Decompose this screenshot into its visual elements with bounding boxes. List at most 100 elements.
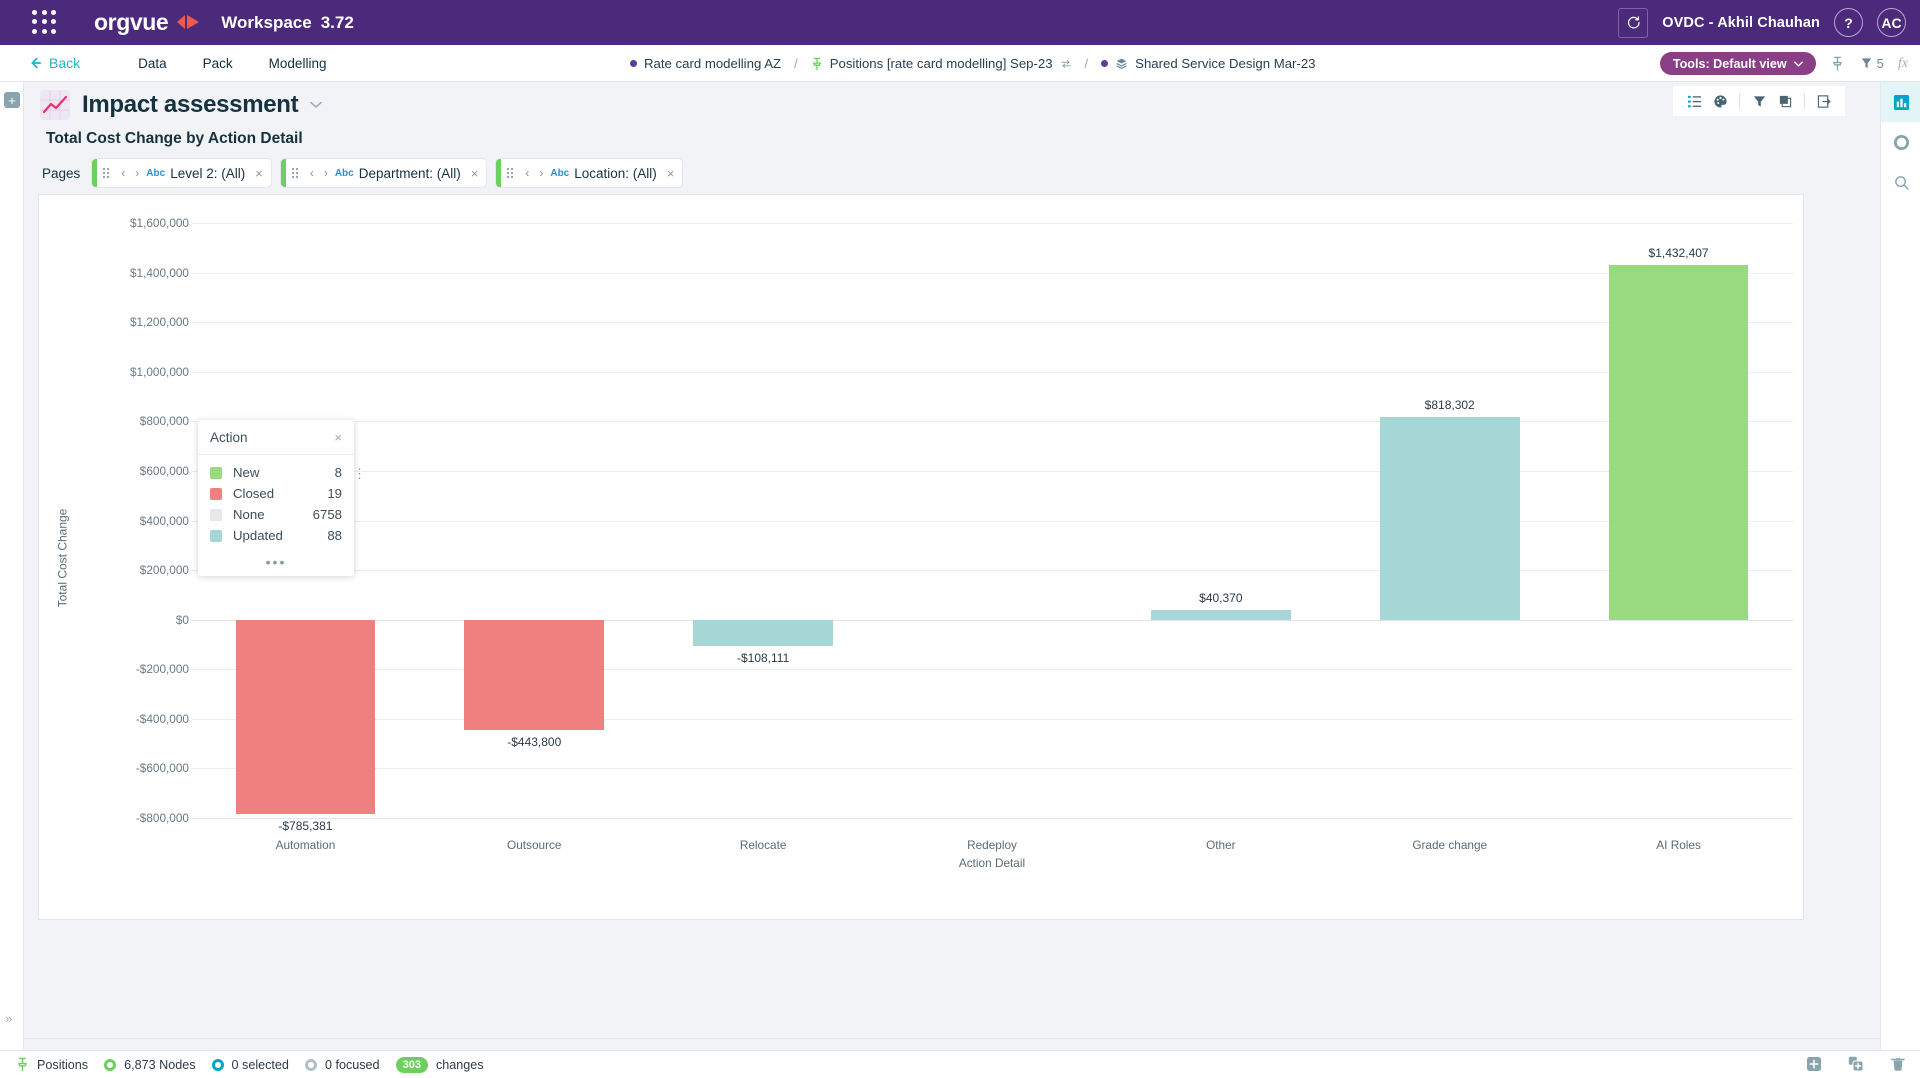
legend-swatch-icon	[210, 487, 222, 500]
drag-handle-icon[interactable]	[103, 168, 110, 178]
chart-colour-button[interactable]	[1707, 88, 1733, 114]
status-entity[interactable]: Positions	[16, 1057, 88, 1072]
y-axis-tick-label: -$200,000	[135, 662, 189, 677]
legend-more-button[interactable]: •••	[198, 546, 354, 572]
filter-chip-department[interactable]: ‹ › Abc Department: (All) ×	[280, 159, 487, 187]
add-panel-button[interactable]	[4, 92, 20, 108]
notifications[interactable]: 5	[1859, 56, 1884, 71]
page-title-chevron-down-icon[interactable]	[310, 101, 323, 109]
menu-item-data[interactable]: Data	[120, 56, 185, 71]
brand-name: orgvue	[94, 9, 169, 35]
tools-label: Tools: Default view	[1672, 56, 1787, 71]
chevron-down-icon	[1793, 60, 1803, 67]
legend-options-icon[interactable]: ⋮	[353, 467, 366, 480]
palette-icon	[1713, 94, 1727, 108]
next-value-button[interactable]: ›	[130, 166, 144, 180]
menu-item-pack[interactable]: Pack	[185, 56, 251, 71]
chart-filter-button[interactable]	[1746, 88, 1772, 114]
chart-bars[interactable]: -$785,381 Automation -$443,800 Outsource -$1…	[191, 195, 1793, 921]
layers-icon	[1116, 58, 1127, 70]
app-launcher-icon[interactable]	[32, 9, 58, 36]
drag-handle-icon[interactable]	[507, 168, 514, 178]
chart-layers-button[interactable]	[1772, 88, 1798, 114]
rail-item-charts[interactable]	[1881, 82, 1920, 122]
duplicate-icon[interactable]	[1848, 1056, 1864, 1072]
chart-fields-button[interactable]	[1681, 88, 1707, 114]
avatar[interactable]: AC	[1877, 8, 1906, 37]
chip-label: Level 2: (All)	[170, 165, 246, 181]
legend-row-value: 19	[327, 486, 342, 501]
y-axis-tick-label: -$800,000	[135, 811, 189, 825]
chart-bar[interactable]	[1151, 609, 1291, 620]
breadcrumb-label-0: Rate card modelling AZ	[644, 56, 782, 71]
sync-icon[interactable]	[1060, 58, 1072, 70]
filter-chip-location[interactable]: ‹ › Abc Location: (All) ×	[496, 159, 683, 187]
chart-bar[interactable]	[1608, 264, 1749, 620]
close-icon[interactable]: ×	[471, 166, 479, 181]
prev-value-button[interactable]: ‹	[520, 166, 534, 180]
arrow-left-icon	[31, 57, 42, 69]
chart-bar[interactable]	[693, 619, 833, 647]
formula-button[interactable]: fx	[1898, 56, 1908, 72]
chart-bar[interactable]	[235, 619, 376, 815]
legend-row[interactable]: Closed 19	[198, 483, 354, 504]
chip-accent-bar	[280, 159, 286, 187]
menu-item-modelling[interactable]: Modelling	[251, 56, 345, 71]
legend-row[interactable]: New 8	[198, 462, 354, 483]
x-axis-tick-label: Other	[1206, 838, 1236, 852]
status-bar-actions	[1806, 1050, 1906, 1078]
refresh-button[interactable]	[1618, 7, 1649, 38]
rail-item-focus[interactable]	[1881, 122, 1920, 162]
x-axis-title: Action Detail	[958, 856, 1026, 870]
main-menu: Data Pack Modelling	[120, 56, 344, 71]
refresh-icon	[1627, 16, 1640, 29]
chip-accent-bar	[92, 159, 98, 187]
breadcrumb-item-design[interactable]: Shared Service Design Mar-23	[1101, 56, 1315, 71]
chart-bar[interactable]	[1379, 416, 1520, 620]
close-icon[interactable]: ×	[667, 166, 675, 181]
legend-row[interactable]: None 6758	[198, 504, 354, 525]
add-icon[interactable]	[1806, 1056, 1822, 1072]
tools-selector[interactable]: Tools: Default view	[1659, 52, 1816, 75]
rail-item-search[interactable]	[1881, 162, 1920, 202]
status-nodes: 6,873 Nodes	[104, 1058, 196, 1072]
status-selected[interactable]: 0 selected	[211, 1058, 289, 1072]
y-axis-tick-label: $200,000	[139, 563, 189, 578]
prev-value-button[interactable]: ‹	[116, 166, 130, 180]
x-axis-tick-label: Automation	[275, 838, 336, 852]
legend-panel[interactable]: Action × New 8 Closed 19 None 6758 Updated 88 •…	[198, 420, 366, 576]
next-value-button[interactable]: ›	[319, 166, 333, 180]
back-button[interactable]: Back	[28, 55, 80, 71]
expand-left-panel-button[interactable]: »	[5, 1011, 12, 1026]
y-axis-tick-label: $400,000	[139, 513, 189, 528]
horizontal-splitter[interactable]	[24, 1038, 1880, 1050]
pin-toolbar-icon[interactable]	[1830, 56, 1845, 71]
chart-plot-area[interactable]: Total Cost Change $1,600,000 $1,400,000 $1…	[39, 195, 1805, 921]
chart-bar-value-label: -$785,381	[278, 819, 333, 834]
breadcrumb-item-positions[interactable]: Positions [rate card modelling] Sep-23	[811, 56, 1072, 71]
app-header: orgvue Workspace 3.72 OVDC - Akhil Chauh…	[0, 0, 1920, 45]
chart-bar[interactable]	[464, 619, 605, 730]
breadcrumb-item-dataset[interactable]: Rate card modelling AZ	[630, 56, 781, 71]
x-axis-tick-label: Outsource	[507, 838, 562, 852]
chart-bar-value-label: -$108,111	[736, 651, 790, 666]
prev-value-button[interactable]: ‹	[305, 166, 319, 180]
close-icon[interactable]: ×	[334, 431, 342, 444]
status-focused[interactable]: 0 focused	[304, 1058, 380, 1072]
close-icon[interactable]: ×	[255, 166, 263, 181]
status-changes[interactable]: 303 changes	[395, 1056, 484, 1073]
brand-logo[interactable]: orgvue	[94, 9, 203, 36]
help-button[interactable]: ?	[1834, 8, 1863, 37]
filter-chip-level2[interactable]: ‹ › Abc Level 2: (All) ×	[92, 159, 271, 187]
chart-export-button[interactable]	[1811, 88, 1837, 114]
page-subtitle: Total Cost Change by Action Detail	[46, 130, 303, 147]
chip-type-label: Abc	[146, 167, 166, 179]
delete-icon[interactable]	[1890, 1056, 1906, 1072]
drag-handle-icon[interactable]	[291, 168, 298, 178]
legend-row[interactable]: Updated 88	[198, 525, 354, 546]
legend-row-label: None	[233, 507, 265, 522]
pin-icon	[812, 57, 821, 70]
back-label: Back	[49, 55, 81, 71]
next-value-button[interactable]: ›	[534, 166, 548, 180]
x-axis-tick-label: Relocate	[739, 838, 787, 852]
